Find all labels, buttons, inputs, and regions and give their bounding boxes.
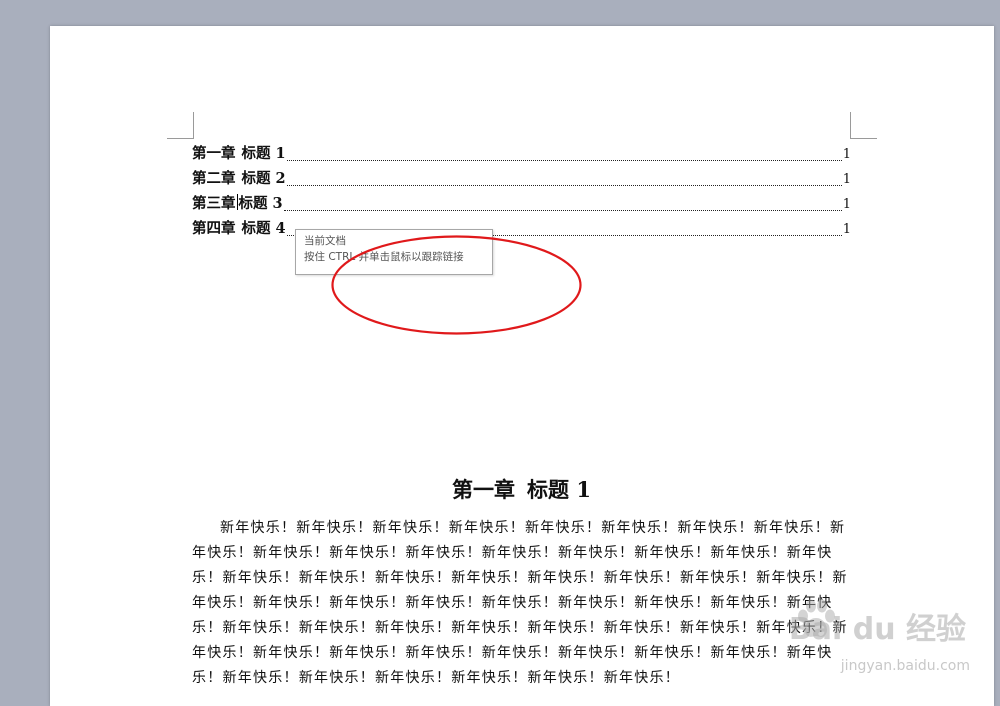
toc-leader-dots	[286, 184, 842, 186]
toc-page-number: 1	[842, 197, 851, 212]
toc-page-number: 1	[842, 222, 851, 237]
toc-entry-3[interactable]: 第三章 标题 3 1	[192, 192, 851, 217]
toc-page-number: 1	[842, 172, 851, 187]
text-cursor	[236, 194, 238, 210]
toc-page-number: 1	[842, 147, 851, 162]
toc-entry-title: 标题 1	[241, 145, 286, 162]
margin-corner-top-right	[850, 112, 877, 139]
body-paragraph[interactable]: 新年快乐！新年快乐！新年快乐！新年快乐！新年快乐！新年快乐！新年快乐！新年快乐！…	[192, 516, 857, 691]
toc-entry-title: 标题 4	[241, 220, 286, 237]
toc-entry-chapter: 第二章	[192, 170, 236, 187]
toc-entry-chapter: 第三章	[192, 195, 236, 212]
toc-entry-1[interactable]: 第一章 标题 1 1	[192, 142, 851, 167]
document-page[interactable]: 第一章 标题 1 1 第二章 标题 2 1 第三章 标题 3 1 第四章 标题 4 1 …	[50, 26, 994, 706]
tooltip-target-text: 当前文档	[304, 235, 346, 247]
chapter-heading-number: 第一章	[452, 477, 516, 502]
margin-corner-top-left	[167, 112, 194, 139]
hyperlink-tooltip: 当前文档 按住 CTRL 并单击鼠标以跟踪链接	[295, 229, 493, 275]
toc-entry-2[interactable]: 第二章 标题 2 1	[192, 167, 851, 192]
tooltip-hint-text: 按住 CTRL 并单击鼠标以跟踪链接	[304, 251, 464, 263]
chapter-heading-title: 标题 1	[527, 477, 591, 502]
table-of-contents: 第一章 标题 1 1 第二章 标题 2 1 第三章 标题 3 1 第四章 标题 4 1	[192, 142, 851, 242]
toc-entry-chapter: 第四章	[192, 220, 236, 237]
toc-entry-title: 标题 3	[238, 195, 283, 212]
toc-leader-dots	[283, 209, 842, 211]
toc-entry-4[interactable]: 第四章 标题 4 1	[192, 217, 851, 242]
chapter-heading: 第一章 标题 1	[192, 474, 851, 504]
watermark-url: jingyan.baidu.com	[840, 658, 970, 674]
toc-entry-chapter: 第一章	[192, 145, 236, 162]
toc-leader-dots	[286, 159, 842, 161]
toc-entry-title: 标题 2	[241, 170, 286, 187]
